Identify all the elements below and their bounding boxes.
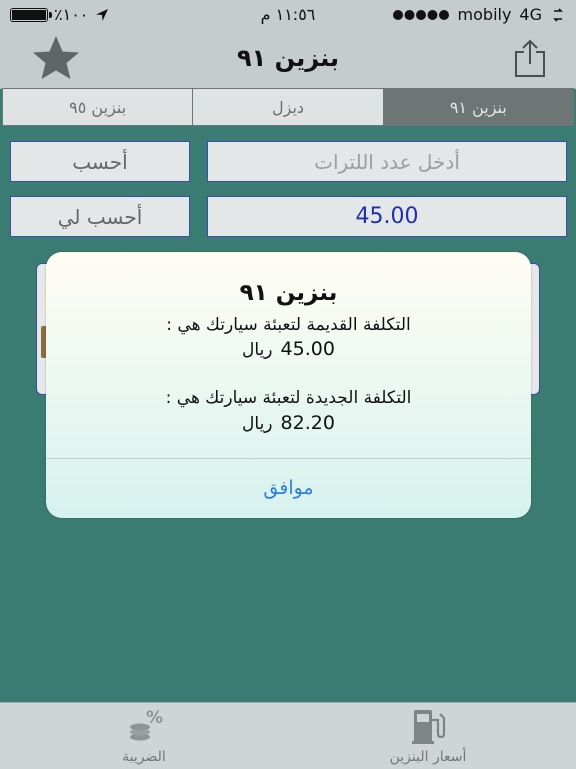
currency-label: ريال	[242, 340, 273, 360]
segment-diesel[interactable]: ديزل	[192, 89, 382, 125]
new-cost-value: 82.20	[280, 412, 335, 434]
amount-field[interactable]: 45.00	[207, 196, 567, 237]
signal-dots-icon	[392, 9, 449, 20]
tab-tax[interactable]: % الضريبة	[64, 707, 224, 767]
sync-icon	[553, 7, 563, 22]
ok-button[interactable]: موافق	[46, 458, 531, 518]
share-icon	[515, 39, 545, 77]
cost-alert-dialog: بنزين ٩١ التكلفة القديمة لتعبئة سيارتك ه…	[46, 252, 531, 518]
fuel-type-segmented-control: بنزين ٩٥ ديزل بنزين ٩١	[2, 88, 574, 126]
carrier-name: mobily	[457, 5, 512, 24]
currency-label: ريال	[242, 414, 273, 434]
calculate-button[interactable]: أحسب	[10, 141, 190, 182]
percent-coins-icon: %	[130, 708, 163, 741]
segment-petrol-91[interactable]: بنزين ٩١	[382, 89, 573, 125]
tab-fuel-prices-label: أسعار البنزين	[389, 749, 467, 765]
page-title: بنزين ٩١	[237, 44, 339, 72]
old-cost-label: التكلفة القديمة لتعبئة سيارتك هي :	[166, 315, 411, 335]
network-type: 4G	[519, 5, 542, 24]
segment-petrol-95[interactable]: بنزين ٩٥	[3, 89, 192, 125]
fuel-pump-icon	[412, 710, 446, 744]
svg-text:%: %	[146, 708, 163, 728]
tab-bar: % الضريبة أسعار البنزين	[0, 702, 576, 769]
tab-fuel-prices[interactable]: أسعار البنزين	[348, 707, 508, 767]
old-cost-row: ريال 45.00	[46, 338, 531, 360]
share-button[interactable]	[512, 38, 548, 78]
navigation-bar: بنزين ٩١	[0, 30, 576, 89]
old-cost-value: 45.00	[280, 338, 335, 360]
status-bar: ٪١٠٠ ١١:٥٦ م mobily 4G	[0, 0, 576, 30]
alert-title: بنزين ٩١	[239, 280, 338, 306]
new-cost-label: التكلفة الجديدة لتعبئة سيارتك هي :	[165, 388, 412, 408]
tab-tax-label: الضريبة	[122, 749, 166, 765]
new-cost-row: ريال 82.20	[46, 412, 531, 434]
calculate-for-me-button[interactable]: أحسب لي	[10, 196, 190, 237]
liters-input[interactable]: أدخل عدد اللترات	[207, 141, 567, 182]
